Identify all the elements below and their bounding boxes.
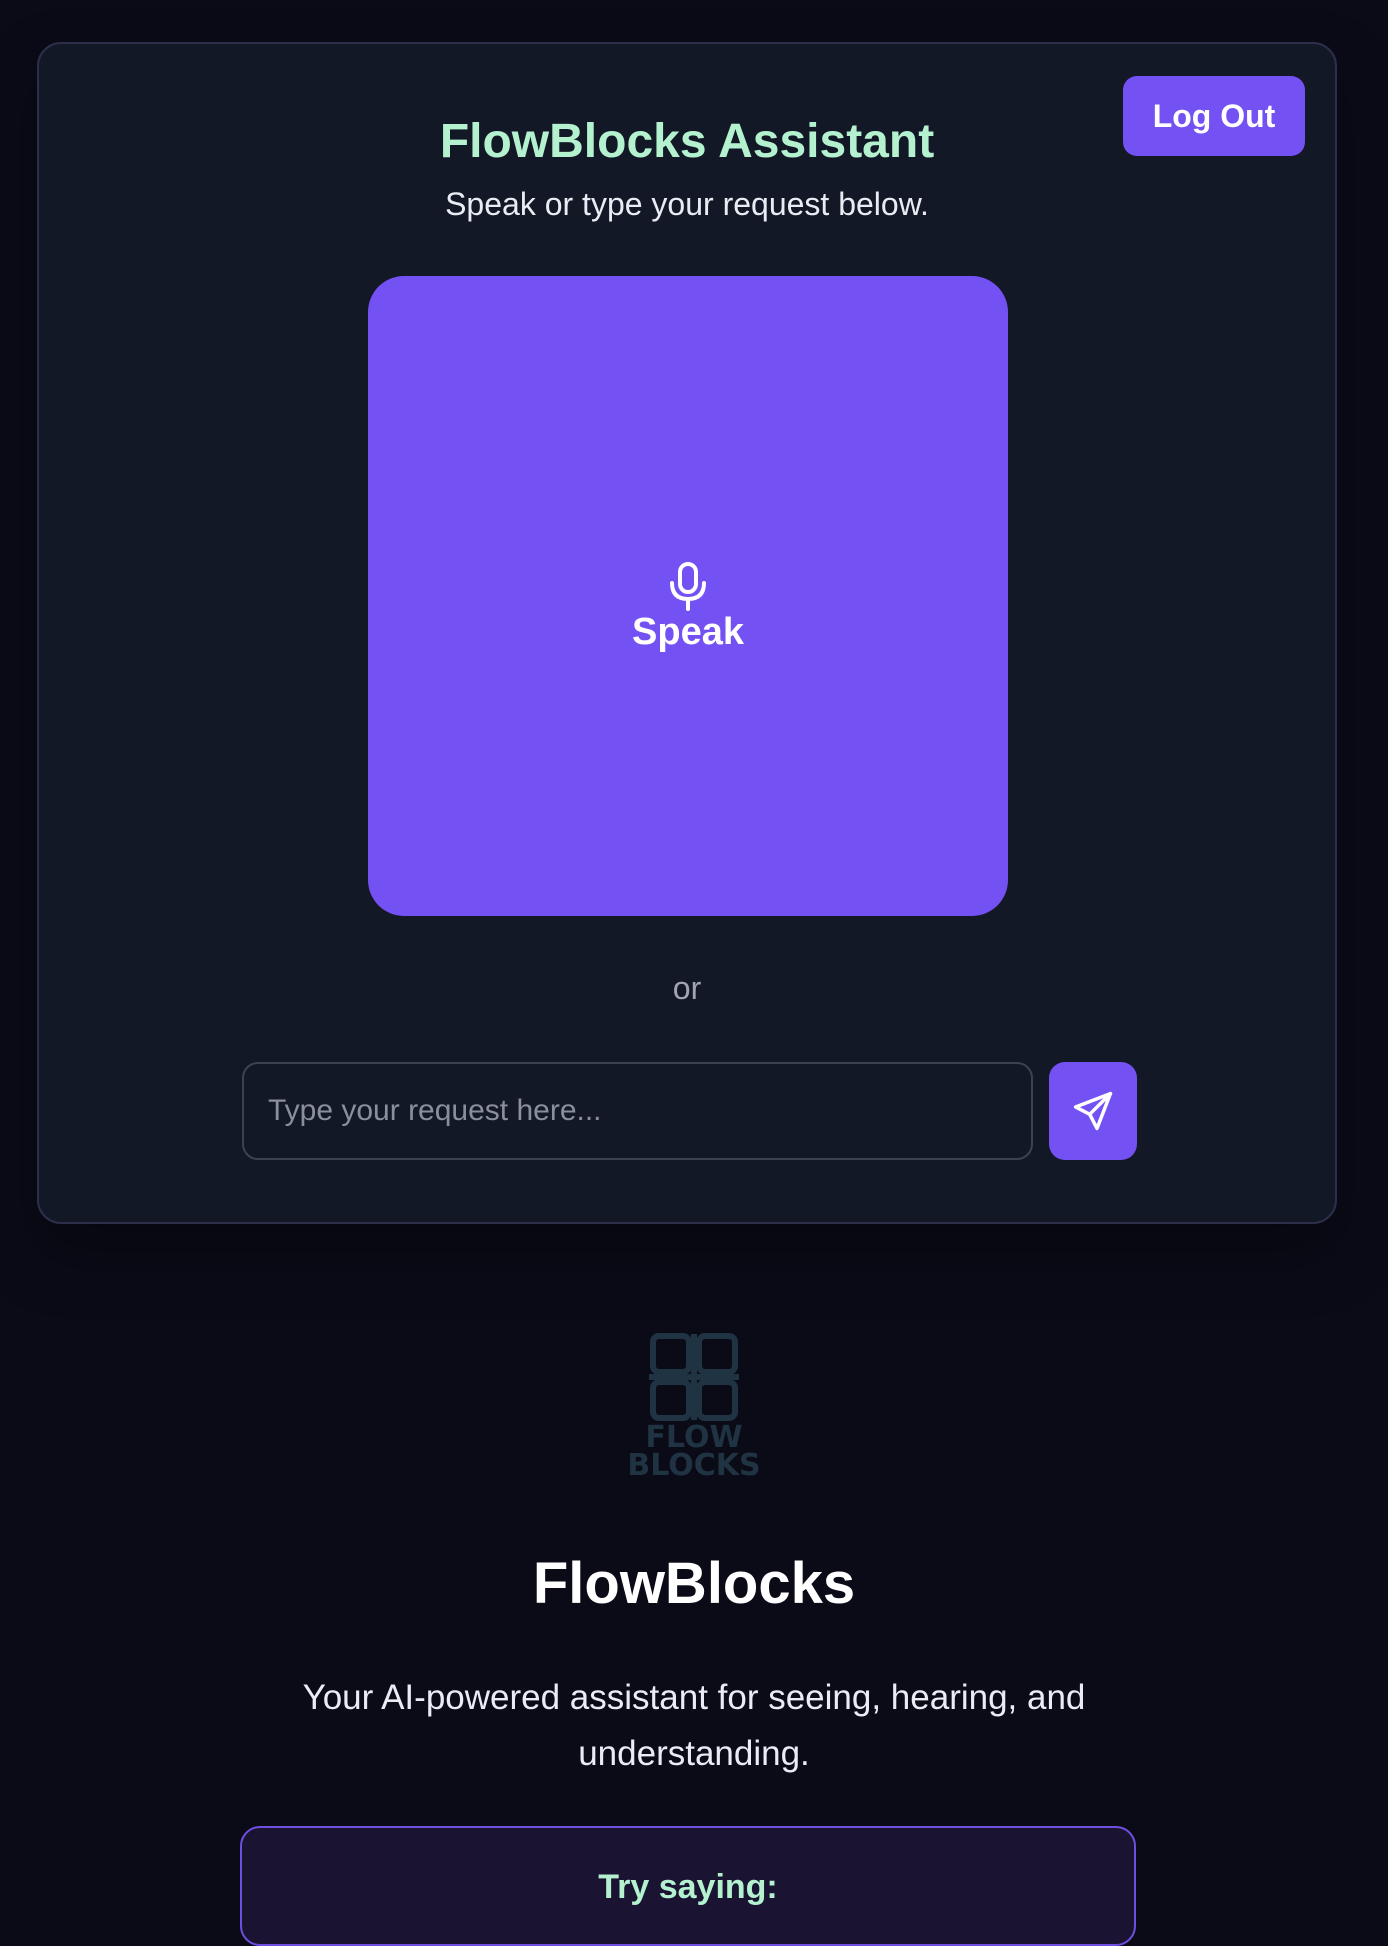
send-icon <box>1073 1091 1113 1131</box>
microphone-icon <box>670 562 706 611</box>
logo-text-blocks: BLOCKS <box>627 1448 760 1480</box>
suggestions-title: Try saying: <box>598 1868 778 1906</box>
flowblocks-logo: FLOW BLOCKS <box>627 1333 761 1480</box>
send-button[interactable] <box>1049 1062 1137 1160</box>
brand-tagline: Your AI-powered assistant for seeing, he… <box>302 1678 1086 1773</box>
speak-label: Speak <box>632 611 744 653</box>
or-divider: or <box>672 970 702 1006</box>
request-input[interactable] <box>242 1062 1033 1160</box>
suggestions-box: Try saying: <box>240 1826 1136 1946</box>
speak-button[interactable]: Speak <box>368 276 1008 916</box>
brand-title: FlowBlocks <box>532 1551 856 1616</box>
assistant-card: Log Out FlowBlocks Assistant Speak or ty… <box>37 42 1337 1224</box>
assistant-subtitle: Speak or type your request below. <box>445 186 929 222</box>
assistant-title: FlowBlocks Assistant <box>439 115 935 168</box>
